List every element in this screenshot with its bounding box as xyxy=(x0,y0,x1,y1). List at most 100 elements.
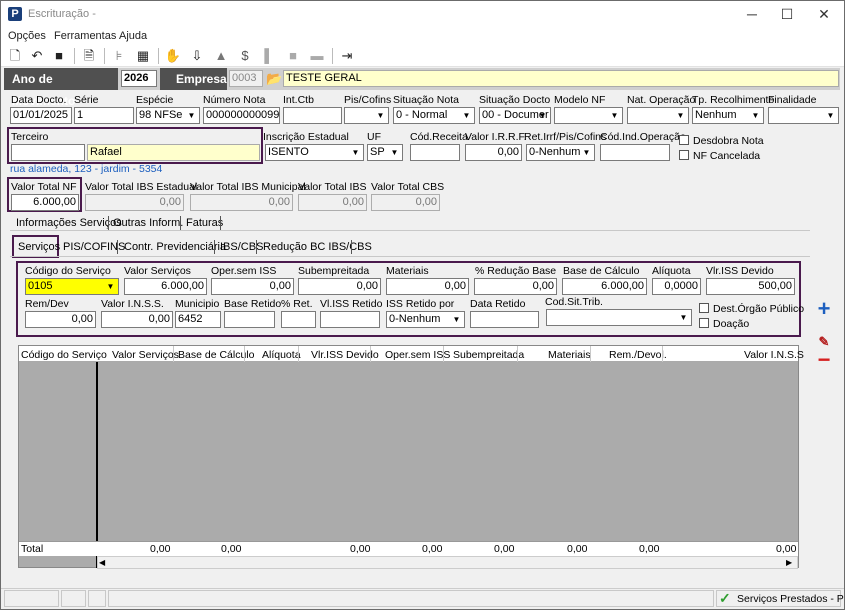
folder-icon[interactable]: 📂 xyxy=(266,71,282,87)
ano-field[interactable]: 2026 xyxy=(121,70,157,87)
col-base-calculo[interactable]: Base de Cálculo xyxy=(178,349,254,361)
base-calculo-field[interactable]: 6.000,00 xyxy=(562,278,647,295)
exit-icon[interactable]: ⇥ xyxy=(338,47,356,65)
menu-ajuda[interactable]: Ajuda xyxy=(119,30,147,42)
cod-ind-operacao-field[interactable] xyxy=(600,144,670,161)
nat-operacao-select[interactable]: ▼ xyxy=(627,107,689,124)
new-icon[interactable]: 🗋 xyxy=(6,47,24,65)
grid-horizontal-scrollbar[interactable] xyxy=(97,556,798,569)
subempreitada-field[interactable]: 0,00 xyxy=(298,278,381,295)
add-icon[interactable]: + xyxy=(813,298,835,320)
calculator-icon[interactable]: ▦ xyxy=(134,47,152,65)
tp-recolhimento-select[interactable]: Nenhum ▼ xyxy=(692,107,764,124)
situacao-nota-select[interactable]: 0 - Normal ▼ xyxy=(393,107,475,124)
terceiro-label: Terceiro xyxy=(11,131,49,143)
valor-inss-field[interactable]: 0,00 xyxy=(101,311,173,328)
minimize-button[interactable]: ─ xyxy=(737,4,767,24)
hand-icon[interactable]: ✋ xyxy=(164,47,182,65)
base-retido-field[interactable] xyxy=(224,311,275,328)
data-retido-field[interactable] xyxy=(470,311,539,328)
data-docto-field[interactable]: 01/01/2025 xyxy=(10,107,72,124)
export-icon[interactable]: ⇩ xyxy=(188,47,206,65)
col-materiais[interactable]: Materiais xyxy=(548,349,591,361)
municipio-field[interactable]: 6452 xyxy=(175,311,221,328)
doacao-checkbox[interactable] xyxy=(699,318,709,328)
serie-field[interactable]: 1 xyxy=(74,107,134,124)
tab-informacoes-servicos[interactable]: Informações Serviços xyxy=(16,217,122,229)
perc-ret-field[interactable] xyxy=(281,311,316,328)
valor-total-nf-field[interactable]: 6.000,00 xyxy=(11,194,79,211)
services-grid[interactable] xyxy=(18,345,799,568)
dest-orgao-publico-checkbox[interactable] xyxy=(699,303,709,313)
numero-nota-field[interactable]: 000000000099 xyxy=(203,107,280,124)
money-icon[interactable]: $ xyxy=(236,47,254,65)
uf-select[interactable]: SP ▼ xyxy=(367,144,403,161)
bell-icon[interactable]: ▲ xyxy=(212,47,230,65)
situacao-docto-select[interactable]: 00 - Documer ▼ xyxy=(479,107,551,124)
tab-servicos[interactable]: Serviços xyxy=(18,241,60,253)
scroll-left-icon[interactable]: ◀ xyxy=(99,557,105,568)
chevron-down-icon: ▼ xyxy=(390,148,399,157)
tab-divider xyxy=(220,216,221,230)
especie-select[interactable]: 98 NFSe ▼ xyxy=(136,107,200,124)
nf-cancelada-checkbox[interactable] xyxy=(679,150,689,160)
col-vlr-iss-devido[interactable]: Vlr.ISS Devido xyxy=(311,349,379,361)
cod-receita-field[interactable] xyxy=(410,144,460,161)
col-rem-devol[interactable]: Rem./Devol. xyxy=(609,349,667,361)
undo-icon[interactable]: ↶ xyxy=(28,47,46,65)
int-ctb-field[interactable] xyxy=(283,107,342,124)
materiais-field[interactable]: 0,00 xyxy=(386,278,469,295)
remove-icon[interactable]: − xyxy=(813,349,835,371)
block-icon[interactable]: ■ xyxy=(284,47,302,65)
scroll-right-icon[interactable]: ▶ xyxy=(786,557,792,568)
print-preview-icon[interactable]: 🗎 xyxy=(80,47,98,65)
col-oper-sem-iss[interactable]: Oper.sem ISS xyxy=(385,349,450,361)
empresa-code-field[interactable]: 0003 xyxy=(229,70,263,87)
desdobra-nota-checkbox[interactable] xyxy=(679,135,689,145)
total-valor-inss: 0,00 xyxy=(776,543,797,555)
close-button[interactable]: ✕ xyxy=(809,4,839,24)
col-subempreitada[interactable]: Subempreitada xyxy=(453,349,524,361)
doacao-label: Doação xyxy=(713,318,750,330)
vlr-iss-devido-field[interactable]: 500,00 xyxy=(706,278,795,295)
municipio-label: Municipio xyxy=(175,298,220,310)
chevron-down-icon: ▼ xyxy=(582,148,591,157)
oper-sem-iss-field[interactable]: 0,00 xyxy=(211,278,294,295)
rem-dev-field[interactable]: 0,00 xyxy=(25,311,96,328)
codigo-servico-select[interactable]: 0105 ▼ xyxy=(25,278,119,295)
valor-irrf-field[interactable]: 0,00 xyxy=(465,144,522,161)
tab-reducao-bc[interactable]: Redução BC IBS/CBS xyxy=(263,241,372,253)
modelo-nf-select[interactable]: ▼ xyxy=(554,107,623,124)
tab-outras-inform[interactable]: Outras Inform. xyxy=(113,217,183,229)
col-aliquota[interactable]: Alíquota xyxy=(262,349,301,361)
maximize-button[interactable]: ☐ xyxy=(772,4,802,24)
tab-contr-previdenciaria[interactable]: Contr. Previdenciária xyxy=(124,241,226,253)
aliquota-field[interactable]: 0,0000 xyxy=(652,278,701,295)
tab-pis-cofins[interactable]: PIS/COFINS xyxy=(63,241,125,253)
iss-retido-por-select[interactable]: 0-Nenhum ▼ xyxy=(386,311,465,328)
save-icon[interactable]: ■ xyxy=(50,47,68,65)
cod-sit-trib-select[interactable]: ▼ xyxy=(546,309,692,326)
cod-ind-operacao-label: Cód.Ind.Operação xyxy=(600,131,686,143)
menu-ferramentas[interactable]: Ferramentas xyxy=(54,30,116,42)
col-valor-servicos[interactable]: Valor Serviços xyxy=(112,349,179,361)
ret-irrf-select[interactable]: 0-Nenhum ▼ xyxy=(526,144,595,161)
total-rem-devol: 0,00 xyxy=(639,543,660,555)
finalidade-select[interactable]: ▼ xyxy=(768,107,839,124)
tab-faturas[interactable]: Faturas xyxy=(186,217,223,229)
codigo-servico-value: 0105 xyxy=(28,280,53,292)
col-codigo-servico[interactable]: Código do Serviço xyxy=(21,349,107,361)
vl-iss-retido-field[interactable] xyxy=(320,311,380,328)
terceiro-code-field[interactable] xyxy=(11,144,85,161)
tab-divider xyxy=(180,216,181,230)
menu-opcoes[interactable]: Opções xyxy=(8,30,46,42)
status-panel xyxy=(4,590,59,607)
col-valor-inss[interactable]: Valor I.N.S.S xyxy=(744,349,804,361)
dash-icon[interactable]: ▬ xyxy=(308,47,326,65)
pis-cofins-select[interactable]: ▼ xyxy=(344,107,389,124)
valor-servicos-field[interactable]: 6.000,00 xyxy=(124,278,207,295)
split-icon[interactable]: ▌ xyxy=(260,47,278,65)
tree-icon[interactable]: ⊧ xyxy=(110,47,128,65)
inscricao-estadual-select[interactable]: ISENTO ▼ xyxy=(265,144,364,161)
perc-reducao-base-field[interactable]: 0,00 xyxy=(474,278,557,295)
